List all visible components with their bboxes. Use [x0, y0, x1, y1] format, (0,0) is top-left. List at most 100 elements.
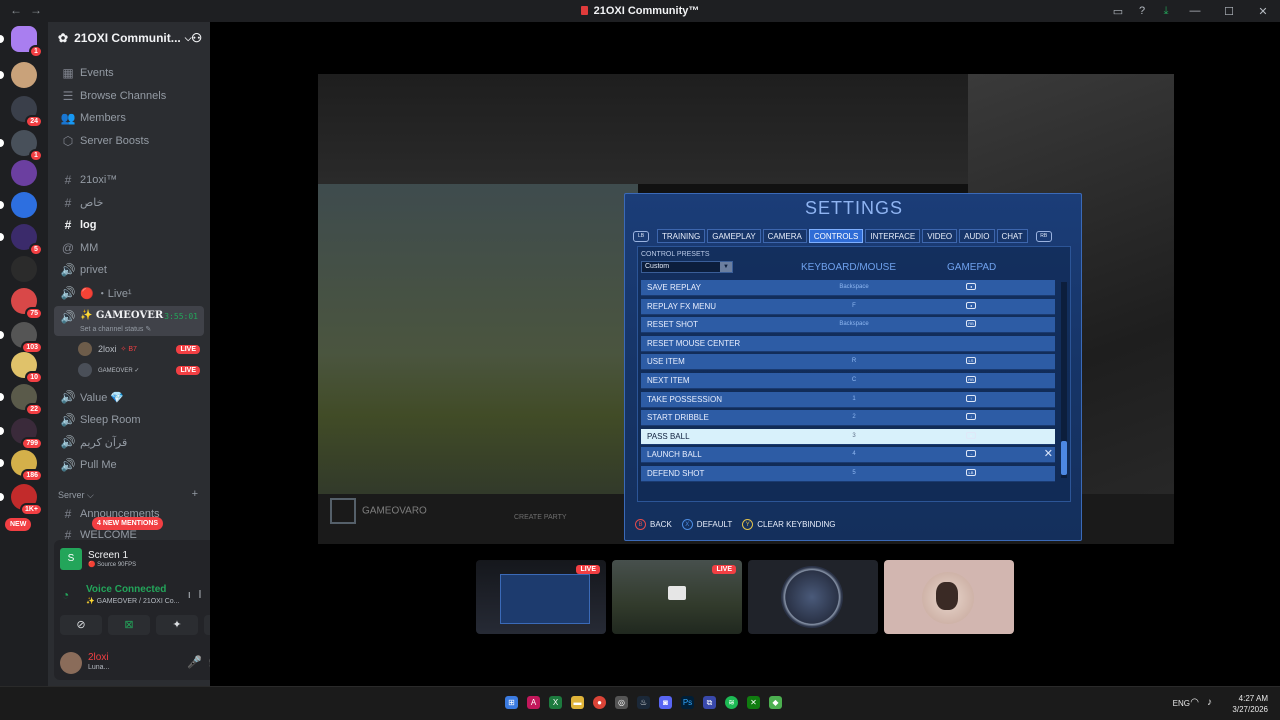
server-icon[interactable]	[11, 256, 37, 282]
binding-row[interactable]: NEXT ITEM C RB	[641, 373, 1055, 389]
app-icon[interactable]: ◆	[769, 696, 782, 709]
channel-status[interactable]: Set a channel status ✎	[80, 325, 151, 333]
menu-item[interactable]: ☰ Browse Channels	[54, 86, 204, 106]
server-icon[interactable]: 1	[11, 130, 43, 162]
scrollbar-thumb[interactable]	[1061, 441, 1067, 475]
tab-controls[interactable]: CONTROLS	[808, 229, 864, 243]
channel-item[interactable]: 🔊 privet	[54, 260, 204, 280]
maximize-button[interactable]: ☐	[1212, 0, 1246, 22]
keyboard-binding[interactable]: R	[831, 358, 877, 364]
tab-training[interactable]: TRAINING	[657, 229, 706, 243]
noise-icon[interactable]: ılı	[188, 589, 210, 601]
keyboard-binding[interactable]: C	[831, 377, 877, 383]
channel-item[interactable]: 🔊 Sleep Room	[54, 410, 204, 430]
language-indicator[interactable]: ENG	[1173, 699, 1190, 708]
app-icon[interactable]: ◎	[615, 696, 628, 709]
signal-icon[interactable]: ◔	[62, 588, 69, 602]
server-icon[interactable]: 799	[11, 418, 43, 450]
menu-item[interactable]: ▦ Events	[54, 63, 204, 83]
photoshop-icon[interactable]: Ps	[681, 696, 694, 709]
clock[interactable]: 4:27 AM 3/27/2026	[1232, 693, 1268, 715]
binding-row[interactable]: USE ITEM R LS	[641, 354, 1055, 371]
close-button[interactable]: ✕	[1246, 0, 1280, 22]
minimize-button[interactable]: —	[1178, 0, 1212, 22]
inbox-icon[interactable]: ▭	[1106, 0, 1130, 22]
binding-row[interactable]: REPLAY FX MENU F ◂	[641, 298, 1055, 315]
gamepad-binding[interactable]: LB	[961, 469, 981, 479]
help-icon[interactable]: ?	[1130, 0, 1154, 22]
camera-button[interactable]: ⊘	[60, 615, 102, 635]
server-icon[interactable]	[11, 62, 37, 88]
server-icon[interactable]: 186	[11, 450, 43, 482]
keyboard-binding[interactable]: Backspace	[831, 284, 877, 290]
binding-row[interactable]: RESET SHOT Backspace RB	[641, 317, 1055, 334]
tab-chat[interactable]: CHAT	[996, 229, 1028, 243]
binding-row[interactable]: PASS BALL 3 ●	[641, 428, 1055, 445]
excel-icon[interactable]: X	[549, 696, 562, 709]
binding-row[interactable]: TAKE POSSESSION 1 ↑	[641, 391, 1055, 408]
voice-channel-gameover[interactable]: 🔊 ✨ GAMEOVER 3:55:01 Set a channel statu…	[54, 306, 204, 336]
avatar[interactable]	[60, 652, 82, 674]
binding-row[interactable]: START DRIBBLE 2 ↓	[641, 410, 1055, 427]
stream-tile[interactable]: LIVE	[612, 560, 742, 634]
hint-default[interactable]: X DEFAULT	[681, 519, 732, 530]
hint-clear-keybinding[interactable]: Y CLEAR KEYBINDING	[742, 519, 835, 530]
add-channel-icon[interactable]: +	[192, 488, 198, 500]
hint-back[interactable]: B BACK	[635, 519, 672, 530]
keyboard-binding[interactable]: Backspace	[831, 321, 877, 327]
tab-gameplay[interactable]: GAMEPLAY	[707, 229, 761, 243]
tab-camera[interactable]: CAMERA	[762, 229, 807, 243]
nav-arrows[interactable]: ←→	[10, 3, 50, 17]
start-icon[interactable]: ⊞	[505, 696, 518, 709]
download-icon[interactable]: ⤓	[1154, 0, 1178, 22]
screen-share-button[interactable]: ⊠	[108, 615, 150, 635]
server-icon[interactable]: 103	[11, 322, 43, 354]
menu-item[interactable]: ⬡ Server Boosts	[54, 131, 204, 151]
server-icon[interactable]: 24	[11, 96, 43, 128]
keyboard-binding[interactable]: F	[831, 303, 877, 309]
xbox-icon[interactable]: ✕	[747, 696, 760, 709]
gamepad-binding[interactable]: ◂	[961, 301, 981, 312]
microphone-icon[interactable]: 🎤	[187, 655, 208, 669]
steam-icon[interactable]: ♨	[637, 696, 650, 709]
voice-user[interactable]: 2loxi ✧ B7 LIVE	[78, 340, 204, 358]
server-icon[interactable]: 1K+	[11, 484, 43, 516]
voice-user[interactable]: GAMEOVER ✓ LIVE	[78, 361, 204, 379]
preset-dropdown[interactable]: Custom ▼	[641, 261, 733, 273]
gamepad-binding[interactable]: ◂	[961, 283, 981, 293]
app-icon[interactable]: A	[527, 696, 540, 709]
gamepad-binding[interactable]: →	[961, 450, 981, 460]
gamepad-binding[interactable]: RB	[961, 376, 981, 386]
keyboard-binding[interactable]: 5	[831, 470, 877, 476]
chrome-icon[interactable]: ●	[593, 696, 606, 709]
gamepad-binding[interactable]: RB	[961, 320, 981, 330]
participant-tile[interactable]	[748, 560, 878, 634]
category-server[interactable]: Server ⌵	[58, 490, 94, 501]
channel-item[interactable]: 🔊 Pull Me	[54, 455, 204, 475]
stream-preview[interactable]: S Screen 1 🔴 Source 90FPS ✕	[60, 546, 210, 572]
tab-interface[interactable]: INTERFACE	[865, 229, 921, 243]
channel-item[interactable]: # خاص	[54, 193, 204, 213]
server-icon[interactable]: 5	[11, 224, 43, 256]
channel-item[interactable]: 🔊 Value 💎	[54, 387, 204, 407]
spotify-icon[interactable]: ≋	[725, 696, 738, 709]
tab-audio[interactable]: AUDIO	[959, 229, 995, 243]
binding-row[interactable]: RESET MOUSE CENTER	[641, 335, 1055, 352]
stream-tile[interactable]: LIVE	[476, 560, 606, 634]
gamepad-binding[interactable]: ↓	[961, 413, 981, 423]
rb-button[interactable]: RB	[1035, 230, 1052, 242]
new-badge[interactable]: NEW	[5, 518, 32, 531]
channel-item[interactable]: # log	[54, 215, 204, 235]
keyboard-binding[interactable]: 1	[831, 396, 877, 402]
keyboard-binding[interactable]: 3	[831, 433, 877, 439]
keyboard-binding[interactable]: 4	[831, 451, 877, 457]
channel-item[interactable]: #21oxi™	[54, 170, 204, 190]
new-mentions-badge[interactable]: 4 NEW MENTIONS	[92, 517, 164, 530]
gamepad-binding[interactable]: ↑	[961, 394, 981, 405]
server-icon[interactable]: 10	[11, 352, 43, 384]
volume-icon[interactable]: ♪	[1207, 697, 1220, 708]
tab-video[interactable]: VIDEO	[922, 229, 958, 243]
server-icon[interactable]	[11, 192, 37, 218]
keyboard-binding[interactable]: 2	[831, 414, 877, 420]
wifi-icon[interactable]: ◠	[1190, 697, 1207, 708]
